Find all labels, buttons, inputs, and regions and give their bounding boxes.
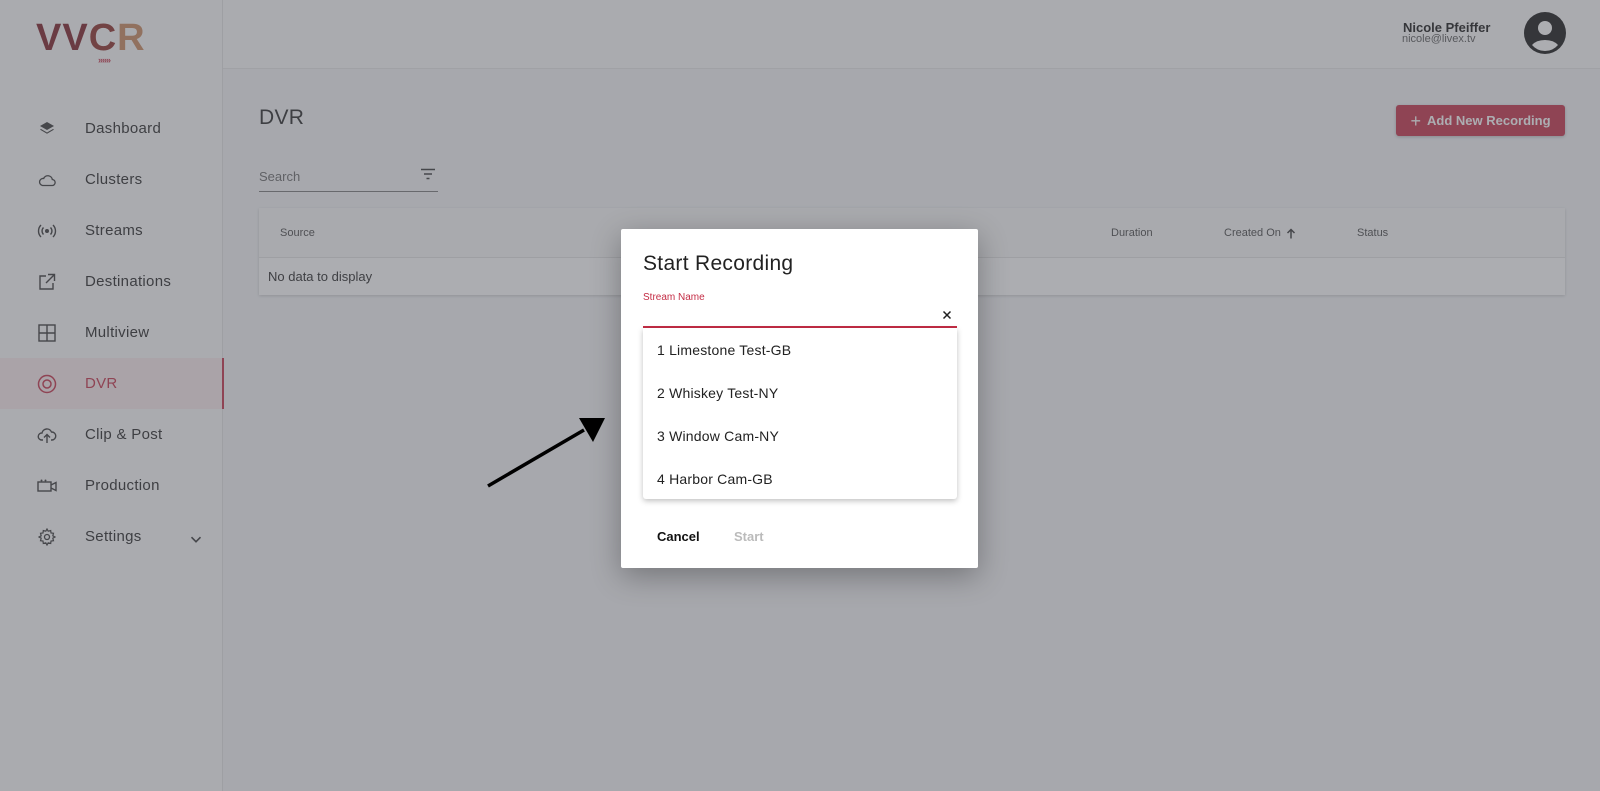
- stream-option[interactable]: 4 Harbor Cam-GB: [643, 457, 957, 500]
- stream-name-input[interactable]: [643, 305, 933, 325]
- start-recording-dialog: Start Recording Stream Name 1 Limestone …: [621, 229, 978, 568]
- cancel-button[interactable]: Cancel: [657, 529, 700, 544]
- stream-option[interactable]: 3 Window Cam-NY: [643, 414, 957, 457]
- close-icon[interactable]: [941, 308, 953, 320]
- stream-name-label: Stream Name: [643, 292, 705, 303]
- stream-option[interactable]: 2 Whiskey Test-NY: [643, 371, 957, 414]
- stream-options-dropdown: 1 Limestone Test-GB 2 Whiskey Test-NY 3 …: [643, 328, 957, 499]
- annotation-arrow-icon: [487, 418, 605, 488]
- stream-option[interactable]: 1 Limestone Test-GB: [643, 328, 957, 371]
- dialog-title: Start Recording: [643, 252, 794, 275]
- start-button[interactable]: Start: [734, 529, 764, 544]
